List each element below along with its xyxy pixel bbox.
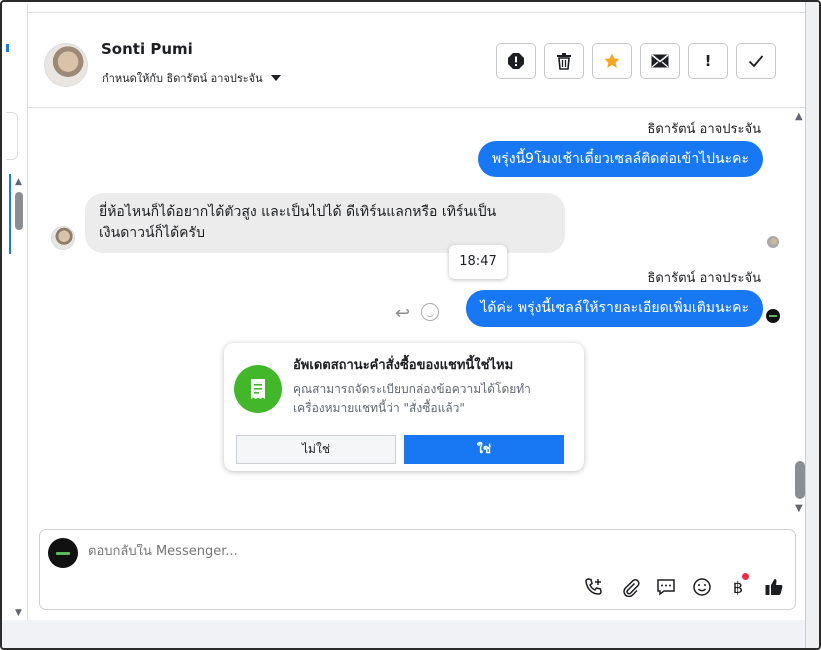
alert-circle-icon (508, 53, 524, 69)
left-scrollbar-thumb[interactable] (15, 192, 23, 230)
reply-icon[interactable]: ↩ (395, 303, 410, 324)
smiley-icon[interactable] (690, 575, 714, 599)
left-scroll-up-arrow[interactable]: ▲ (15, 177, 22, 187)
delete-button[interactable] (544, 43, 584, 79)
outgoing-message[interactable]: พรุ่งนี้9โมงเช้าเดี๋ยวเซลล์ติดต่อเข้าไปน… (478, 141, 763, 177)
message-sender-label: ธิดารัตน์ อาจประจัน (647, 122, 761, 137)
thumbs-up-icon[interactable] (762, 575, 786, 599)
conversation-header: Sonti Pumi กำหนดให้กับ ธิดารัตน์ อาจประจ… (28, 13, 808, 108)
spam-button[interactable] (496, 43, 536, 79)
left-scroll-down-arrow[interactable]: ▼ (15, 608, 22, 618)
baht-icon[interactable]: ฿ (726, 573, 750, 599)
incoming-message-line: เงินดาวน์ก็ได้ครับ (99, 225, 205, 241)
chat-bubble-icon[interactable] (654, 575, 678, 599)
no-button[interactable]: ไม่ใช่ (236, 435, 396, 464)
star-button[interactable] (592, 43, 632, 79)
message-sender-label: ธิดารัตน์ อาจประจัน (647, 271, 761, 286)
window-bottom-bar (2, 620, 819, 648)
follow-up-button[interactable]: ! (688, 43, 728, 79)
trash-icon (557, 53, 571, 70)
notification-dot (742, 573, 749, 580)
exclamation-icon: ! (704, 52, 712, 70)
contact-avatar[interactable] (44, 43, 88, 87)
message-timestamp-tooltip: 18:47 (449, 245, 507, 279)
receipt-icon (234, 365, 282, 413)
incoming-message-line: ยี่ห้อไหนก็ได้อยากได้ตัวสูง และเป็นไปได้… (99, 204, 497, 220)
reply-input[interactable] (88, 544, 688, 559)
card-title: อัพเดตสถานะคำสั่งซื้อของแชทนี้ใช่ไหม (293, 358, 514, 373)
left-sidebar-strip: ▲ ▼ (4, 4, 28, 622)
scrollbar-thumb[interactable] (795, 461, 805, 499)
assign-dropdown[interactable]: กำหนดให้กับ ธิดารัตน์ อาจประจัน (102, 69, 281, 87)
star-icon (604, 53, 620, 68)
order-status-card: อัพเดตสถานะคำสั่งซื้อของแชทนี้ใช่ไหม คุณ… (224, 343, 584, 471)
paperclip-icon[interactable] (618, 575, 642, 599)
page-avatar-small (766, 309, 780, 323)
outgoing-message[interactable]: ได้ค่ะ พรุ่งนี้เซลล์ให้รายละเอียดเพิ่มเต… (466, 290, 763, 327)
left-strip-card-edge (6, 112, 18, 160)
react-smiley-icon[interactable] (421, 303, 439, 321)
window-right-edge (805, 2, 819, 648)
phone-plus-icon[interactable] (582, 575, 606, 599)
page-avatar (48, 538, 78, 568)
check-icon (748, 55, 764, 68)
seen-avatar (767, 236, 779, 248)
incoming-message[interactable]: ยี่ห้อไหนก็ได้อยากได้ตัวสูง และเป็นไปได้… (85, 193, 565, 253)
contact-avatar-small (51, 226, 75, 250)
left-strip-active-indicator (9, 174, 11, 254)
left-strip-marker (6, 44, 9, 52)
header-actions: ! (496, 43, 776, 79)
app-window: ▲ ▼ Sonti Pumi กำหนดให้กับ ธิดารัตน์ อาจ… (0, 0, 821, 650)
conversation-panel: Sonti Pumi กำหนดให้กับ ธิดารัตน์ อาจประจ… (28, 12, 808, 622)
yes-button[interactable]: ใช่ (404, 435, 564, 464)
composer-toolbar: ฿ (582, 573, 786, 599)
scroll-up-arrow[interactable]: ▲ (795, 111, 803, 122)
scroll-down-arrow[interactable]: ▼ (795, 503, 803, 514)
envelope-icon (651, 54, 669, 68)
card-description: คุณสามารถจัดระเบียบกล่องข้อความได้โดยทำเ… (293, 382, 531, 415)
caret-down-icon (270, 75, 281, 81)
contact-name[interactable]: Sonti Pumi (101, 40, 193, 58)
mark-done-button[interactable] (736, 43, 776, 79)
mark-unread-button[interactable] (640, 43, 680, 79)
assign-label: กำหนดให้กับ ธิดารัตน์ อาจประจัน (102, 72, 263, 85)
reply-composer: ฿ (39, 529, 796, 610)
